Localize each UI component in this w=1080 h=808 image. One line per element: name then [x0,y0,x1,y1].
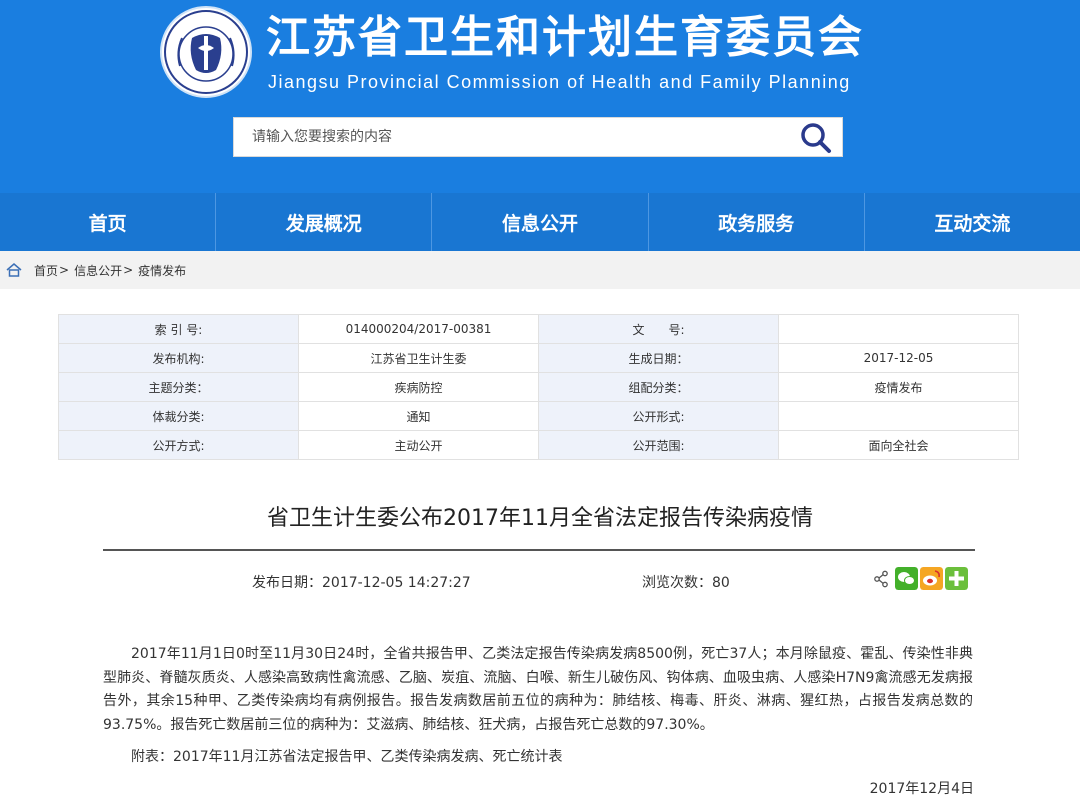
table-row: 体裁分类: 通知 公开形式: [58,401,1019,431]
meta-value-topic: 疾病防控 [298,372,539,402]
breadcrumb-home[interactable]: 首页 [34,262,58,279]
wechat-icon[interactable] [895,567,918,590]
breadcrumb-separator: > [59,263,70,277]
table-row: 公开方式: 主动公开 公开范围: 面向全社会 [58,430,1019,460]
document-meta-table: 索 引 号: 014000204/2017-00381 文 号: 发布机构: 江… [58,314,1019,460]
meta-label-category: 组配分类： [538,372,779,402]
search-icon [801,123,831,153]
meta-value-disclosure-method: 主动公开 [298,430,539,460]
meta-label-document-number: 文 号: [538,314,779,344]
meta-value-category: 疫情发布 [778,372,1019,402]
search-box [233,117,843,157]
meta-label-created-date: 生成日期： [538,343,779,373]
article-body: 2017年11月1日0时至11月30日24时，全省共报告甲、乙类法定报告传染病发… [103,646,973,733]
meta-value-disclosure-form [778,401,1019,431]
main-nav: 首页 发展概况 信息公开 政务服务 互动交流 [0,193,1080,251]
logo-emblem-icon [164,10,248,94]
article-title: 省卫生计生委公布2017年11月全省法定报告传染病疫情 [267,506,813,531]
nav-item-government-services[interactable]: 政务服务 [647,193,864,251]
meta-value-index-number: 014000204/2017-00381 [298,314,539,344]
search-input[interactable] [234,118,792,156]
table-row: 发布机构: 江苏省卫生计生委 生成日期： 2017-12-05 [58,343,1019,373]
commission-logo[interactable] [160,6,252,98]
home-icon[interactable] [6,263,22,277]
meta-value-disclosure-scope: 面向全社会 [778,430,1019,460]
breadcrumb-info-disclosure[interactable]: 信息公开 [74,262,122,279]
attachment-link[interactable]: 附表：2017年11月江苏省法定报告甲、乙类传染病发病、死亡统计表 [131,746,562,766]
meta-label-publisher: 发布机构: [58,343,299,373]
meta-label-genre: 体裁分类: [58,401,299,431]
meta-label-topic: 主题分类： [58,372,299,402]
meta-value-document-number [778,314,1019,344]
breadcrumb-epidemic-release[interactable]: 疫情发布 [138,262,186,279]
nav-item-info-disclosure[interactable]: 信息公开 [431,193,647,251]
more-share-icon[interactable] [945,567,968,590]
meta-label-disclosure-form: 公开形式: [538,401,779,431]
share-bar [873,567,968,590]
search-button[interactable] [798,120,834,154]
nav-item-home[interactable]: 首页 [0,193,215,251]
nav-item-interaction[interactable]: 互动交流 [863,193,1080,251]
title-divider [103,549,975,551]
meta-label-disclosure-scope: 公开范围: [538,430,779,460]
publish-date: 发布日期：2017-12-05 14:27:27 [252,575,471,591]
table-row: 主题分类： 疾病防控 组配分类： 疫情发布 [58,372,1019,402]
meta-value-created-date: 2017-12-05 [778,343,1019,373]
meta-value-genre: 通知 [298,401,539,431]
meta-value-publisher: 江苏省卫生计生委 [298,343,539,373]
sign-date: 2017年12月4日 [869,781,974,797]
share-icon[interactable] [873,570,889,588]
meta-label-index-number: 索 引 号: [58,314,299,344]
weibo-icon[interactable] [920,567,943,590]
site-header: 江苏省卫生和计划生育委员会 Jiangsu Provincial Commiss… [0,0,1080,195]
site-title: 江苏省卫生和计划生育委员会 [266,12,864,63]
breadcrumb-separator: > [123,263,134,277]
meta-label-disclosure-method: 公开方式: [58,430,299,460]
table-row: 索 引 号: 014000204/2017-00381 文 号: [58,314,1019,344]
view-count: 浏览次数：80 [642,575,730,591]
nav-item-overview[interactable]: 发展概况 [215,193,431,251]
site-subtitle: Jiangsu Provincial Commission of Health … [268,72,851,92]
breadcrumb: 首页 > 信息公开 > 疫情发布 [0,251,1080,289]
